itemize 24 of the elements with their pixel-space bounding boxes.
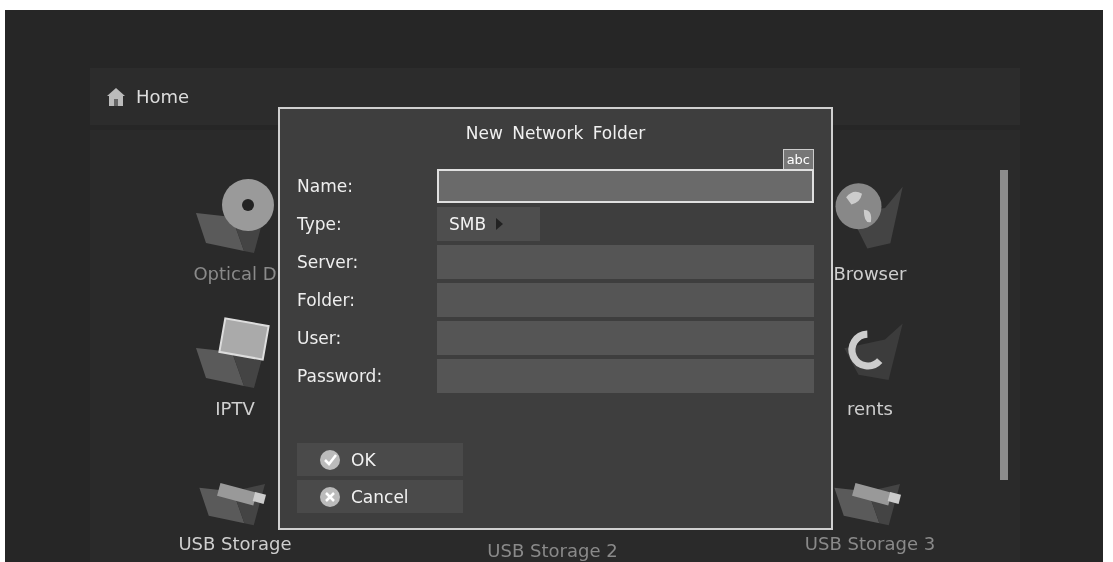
input-field[interactable]	[436, 169, 814, 203]
tile-label[interactable]: USB Storage 2	[487, 540, 618, 562]
dialog-title: New Network Folder	[464, 123, 647, 145]
tile-label[interactable]: USB Storage	[178, 533, 292, 555]
field-label: Folder:	[297, 290, 356, 310]
field-label: Type:	[297, 214, 343, 234]
tile-label[interactable]: Browser	[833, 263, 907, 285]
close-icon	[319, 485, 341, 508]
header-title: Home	[136, 86, 190, 107]
ok-button[interactable]: OK	[297, 443, 463, 476]
input-mode-badge: abc	[782, 149, 814, 169]
field-label: User:	[297, 328, 343, 348]
tile-label[interactable]: Optical D	[193, 263, 277, 285]
home-icon	[106, 86, 126, 107]
field-label: Password:	[297, 366, 384, 386]
tile-label[interactable]: rents	[847, 398, 893, 420]
cancel-button[interactable]: Cancel	[297, 480, 463, 513]
check-icon	[319, 448, 341, 471]
tile-label[interactable]: USB Storage 3	[804, 533, 936, 555]
caret-icon	[496, 218, 504, 230]
field-label: Name:	[297, 176, 354, 196]
type-selector[interactable]: SMB	[437, 207, 540, 241]
field-label: Server:	[297, 252, 360, 272]
tile-label[interactable]: IPTV	[215, 398, 255, 420]
